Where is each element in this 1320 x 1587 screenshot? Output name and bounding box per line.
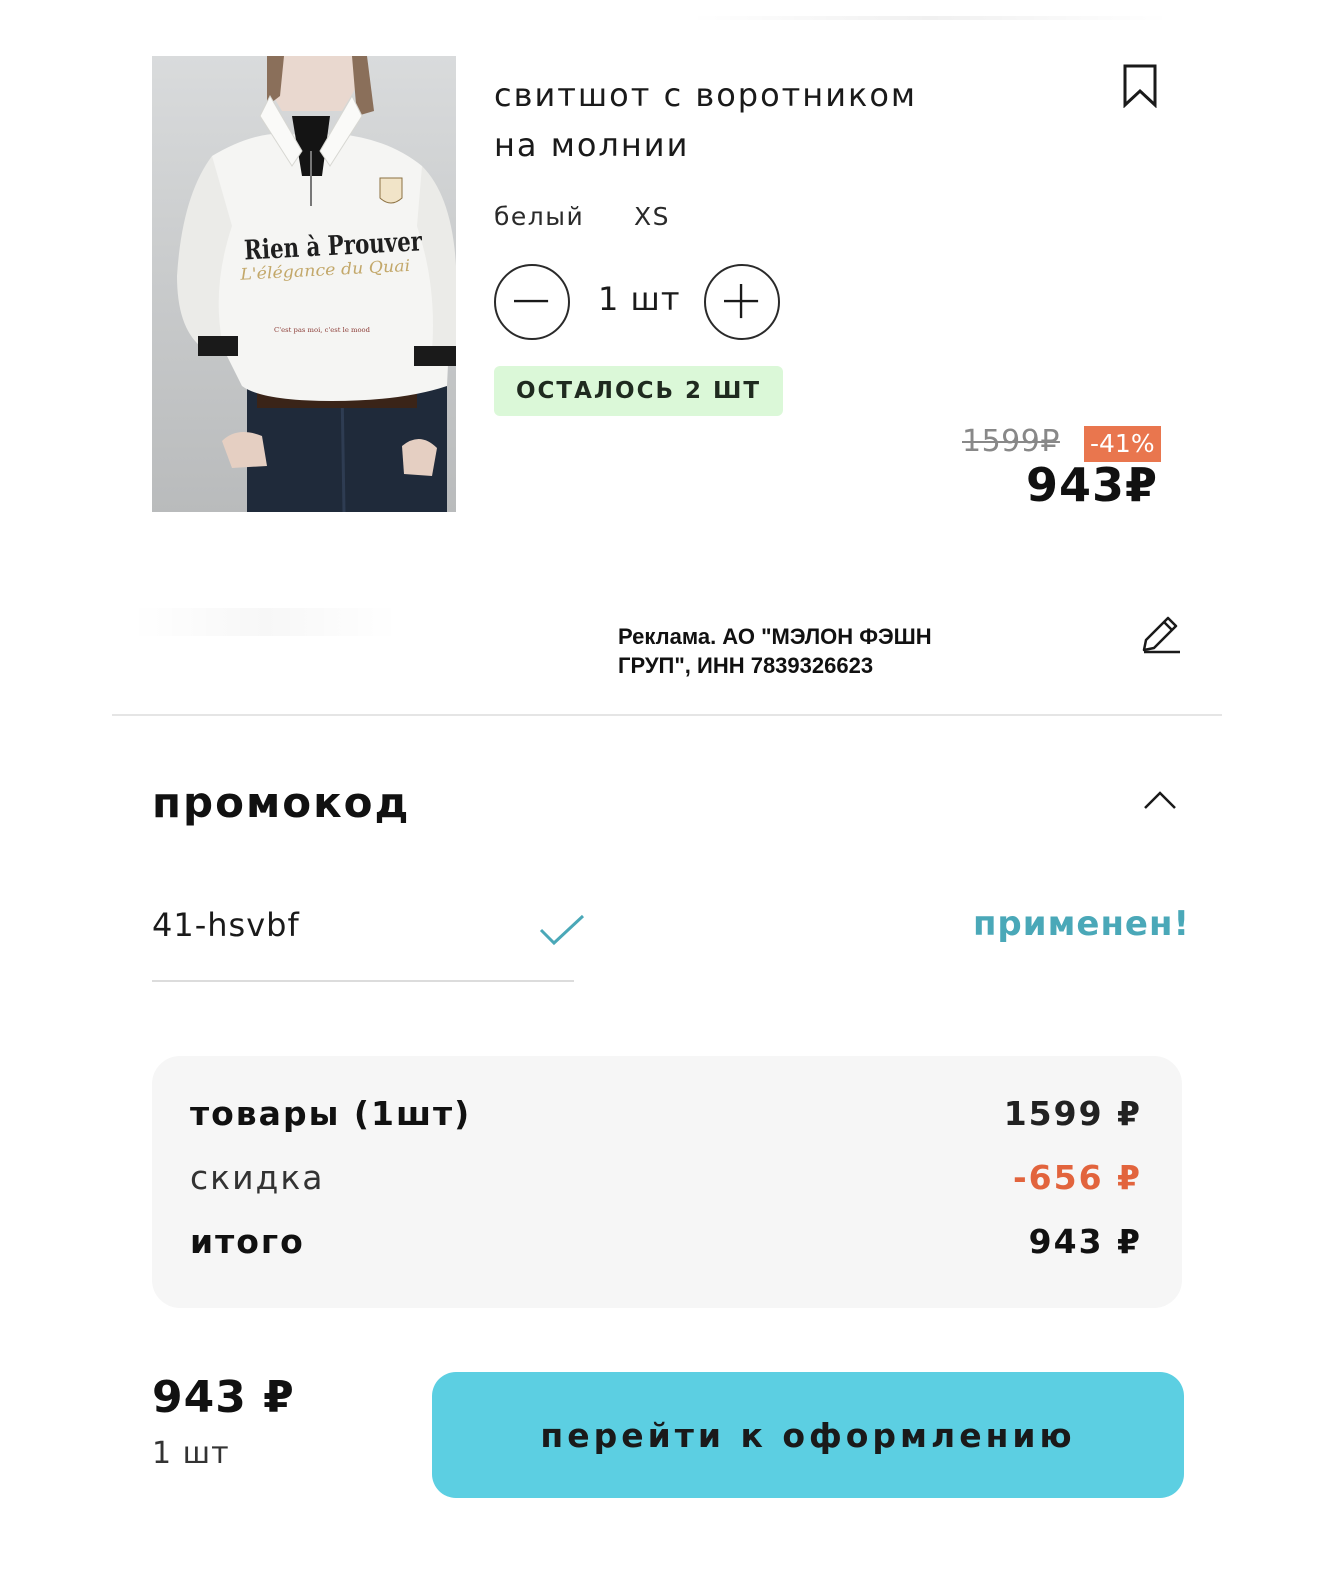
discount-badge: -41% xyxy=(1084,426,1161,462)
quantity-value: 1 шт xyxy=(598,280,681,318)
ad-notice: Реклама. АО "МЭЛОН ФЭШН ГРУП", ИНН 78393… xyxy=(618,622,1038,680)
increase-quantity-button[interactable] xyxy=(704,264,780,340)
ad-notice-line-2: ГРУП", ИНН 7839326623 xyxy=(618,653,874,678)
promo-heading: промокод xyxy=(152,778,411,827)
order-summary: товары (1шт) 1599 ₽ скидка -656 ₽ итого … xyxy=(152,1056,1182,1308)
items-label: товары (1шт) xyxy=(190,1094,472,1133)
promo-code-input[interactable] xyxy=(152,894,572,956)
minus-icon xyxy=(514,299,549,303)
chevron-up-icon[interactable] xyxy=(1142,786,1178,814)
checkout-button[interactable]: перейти к оформлению xyxy=(432,1372,1184,1498)
current-price: 943₽ xyxy=(1025,458,1158,512)
section-divider xyxy=(112,714,1222,716)
product-title-line-1: свитшот с воротником xyxy=(494,76,918,114)
ad-notice-line-1: Реклама. АО "МЭЛОН ФЭШН xyxy=(618,624,932,649)
product-color: белый xyxy=(494,202,585,231)
product-image[interactable]: Rien à Prouver L'élégance du Quai C'est … xyxy=(152,56,456,512)
product-title[interactable]: свитшот с воротником на молнии xyxy=(494,70,1054,170)
old-price: 1599₽ xyxy=(962,424,1060,459)
bookmark-icon[interactable] xyxy=(1122,64,1158,109)
decrease-quantity-button[interactable] xyxy=(494,264,570,340)
footer-total: 943 ₽ xyxy=(152,1372,295,1423)
product-print-small: C'est pas moi, c'est le mood xyxy=(274,327,370,334)
check-icon xyxy=(538,912,586,948)
total-label: итого xyxy=(190,1222,305,1261)
promo-input-underline xyxy=(152,980,574,982)
items-value: 1599 ₽ xyxy=(1003,1094,1142,1133)
total-value: 943 ₽ xyxy=(1028,1222,1142,1261)
edit-icon[interactable] xyxy=(1140,612,1184,656)
plus-icon xyxy=(724,284,759,319)
top-divider xyxy=(690,16,1170,20)
product-title-line-2: на молнии xyxy=(494,126,690,164)
stock-left-badge: ОСТАЛОСЬ 2 ШТ xyxy=(494,366,784,416)
footer-quantity: 1 шт xyxy=(152,1436,230,1471)
faded-strip xyxy=(130,608,400,636)
discount-value: -656 ₽ xyxy=(1012,1158,1142,1197)
discount-label: скидка xyxy=(190,1158,325,1197)
product-size: XS xyxy=(634,202,670,231)
promo-applied-status: применен! xyxy=(972,904,1190,944)
